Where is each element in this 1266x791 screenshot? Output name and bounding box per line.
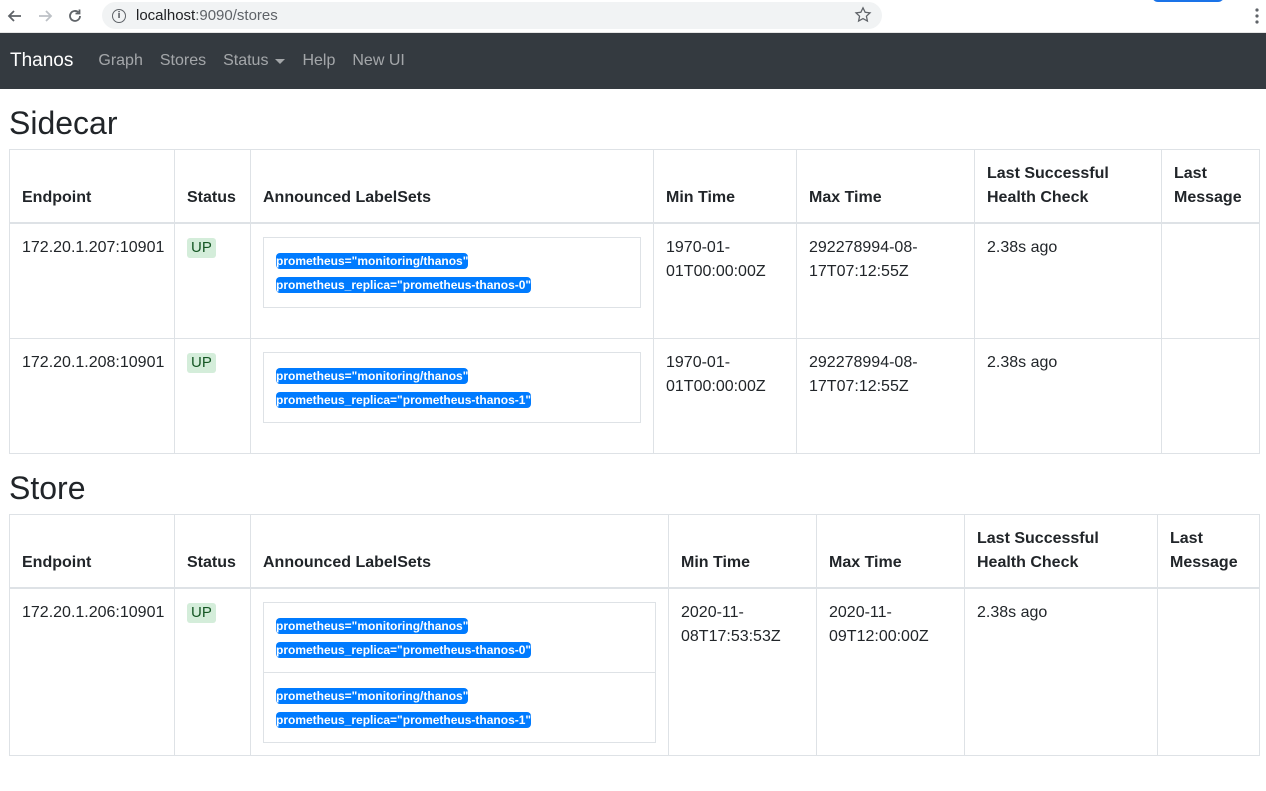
- column-header: Last Successful Health Check: [964, 514, 1158, 589]
- max-time-cell: 292278994-08-17T07:12:55Z: [796, 222, 975, 339]
- label-badge: prometheus_replica="prometheus-thanos-0": [276, 642, 532, 658]
- site-info-icon[interactable]: i: [112, 8, 126, 23]
- forward-button[interactable]: [30, 1, 60, 31]
- min-time-cell: 1970-01-01T00:00:00Z: [653, 338, 797, 454]
- status-badge: UP: [187, 603, 216, 623]
- bookmark-star-icon[interactable]: [854, 6, 872, 24]
- column-header: Last Message: [1161, 149, 1260, 224]
- brand-link[interactable]: Thanos: [10, 50, 73, 72]
- labelset-list: prometheus="monitoring/thanos" prometheu…: [263, 352, 641, 423]
- endpoint-cell: 172.20.1.208:10901: [9, 338, 175, 454]
- last-message-cell: [1161, 222, 1260, 339]
- sidecar-table: Endpoint Status Announced LabelSets Min …: [9, 149, 1260, 454]
- reload-icon: [69, 9, 81, 22]
- column-header: Max Time: [816, 514, 965, 589]
- browser-toolbar: i localhost:9090/stores: [0, 0, 1266, 33]
- label-badge: prometheus_replica="prometheus-thanos-1": [276, 392, 532, 408]
- table-row: 172.20.1.208:10901 UP prometheus="monito…: [9, 338, 1260, 454]
- endpoint-cell: 172.20.1.206:10901: [9, 587, 175, 756]
- column-header: Announced LabelSets: [250, 514, 669, 589]
- labelsets-cell: prometheus="monitoring/thanos" prometheu…: [250, 222, 654, 339]
- address-bar[interactable]: i localhost:9090/stores: [102, 2, 882, 29]
- column-header: Status: [174, 149, 251, 224]
- status-badge: UP: [187, 353, 216, 373]
- table-header-row: Endpoint Status Announced LabelSets Min …: [9, 514, 1260, 589]
- labelset: prometheus="monitoring/thanos" prometheu…: [264, 603, 655, 673]
- max-time-cell: 2020-11-09T12:00:00Z: [816, 587, 965, 756]
- column-header: Endpoint: [9, 514, 175, 589]
- max-time-cell: 292278994-08-17T07:12:55Z: [796, 338, 975, 454]
- reload-button[interactable]: [60, 1, 90, 31]
- labelset: prometheus="monitoring/thanos" prometheu…: [264, 353, 640, 422]
- back-arrow-icon: [7, 10, 21, 22]
- column-header: Endpoint: [9, 149, 175, 224]
- section-title-store: Store: [9, 470, 86, 506]
- label-badge: prometheus_replica="prometheus-thanos-0": [276, 277, 532, 293]
- column-header: Announced LabelSets: [250, 149, 654, 224]
- last-message-cell: [1157, 587, 1260, 756]
- page-content: Sidecar Endpoint Status Announced LabelS…: [0, 105, 1266, 756]
- status-cell: UP: [174, 222, 251, 339]
- labelset: prometheus="monitoring/thanos" prometheu…: [264, 238, 640, 307]
- nav-status-label: Status: [223, 52, 269, 69]
- table-row: 172.20.1.206:10901 UP prometheus="monito…: [9, 587, 1260, 756]
- table-header-row: Endpoint Status Announced LabelSets Min …: [9, 149, 1260, 224]
- health-check-cell: 2.38s ago: [974, 222, 1162, 339]
- labelsets-cell: prometheus="monitoring/thanos" prometheu…: [250, 338, 654, 454]
- column-header: Status: [174, 514, 251, 589]
- min-time-cell: 1970-01-01T00:00:00Z: [653, 222, 797, 339]
- url-path: :9090/stores: [195, 7, 278, 24]
- nav-status-dropdown[interactable]: Status: [223, 52, 286, 70]
- status-badge: UP: [187, 238, 216, 258]
- label-badge: prometheus="monitoring/thanos": [276, 618, 469, 634]
- column-header: Last Message: [1157, 514, 1260, 589]
- column-header: Last Successful Health Check: [974, 149, 1162, 224]
- forward-arrow-icon: [39, 10, 53, 22]
- nav-graph[interactable]: Graph: [98, 52, 142, 70]
- status-cell: UP: [174, 338, 251, 454]
- section-title-sidecar: Sidecar: [9, 105, 118, 141]
- health-check-cell: 2.38s ago: [964, 587, 1158, 756]
- labelset-list: prometheus="monitoring/thanos" prometheu…: [263, 237, 641, 308]
- table-row: 172.20.1.207:10901 UP prometheus="monito…: [9, 222, 1260, 339]
- last-message-cell: [1161, 338, 1260, 454]
- label-badge: prometheus_replica="prometheus-thanos-1": [276, 712, 532, 728]
- nav-new-ui[interactable]: New UI: [352, 52, 404, 70]
- min-time-cell: 2020-11-08T17:53:53Z: [668, 587, 817, 756]
- column-header: Min Time: [653, 149, 797, 224]
- labelset-list: prometheus="monitoring/thanos" prometheu…: [263, 602, 656, 743]
- store-table: Endpoint Status Announced LabelSets Min …: [9, 514, 1260, 756]
- back-button[interactable]: [0, 1, 30, 31]
- nav-help[interactable]: Help: [302, 52, 335, 70]
- column-header: Max Time: [796, 149, 975, 224]
- column-header: Min Time: [668, 514, 817, 589]
- endpoint-cell: 172.20.1.207:10901: [9, 222, 175, 339]
- status-cell: UP: [174, 587, 251, 756]
- more-menu-icon[interactable]: [1254, 7, 1260, 25]
- label-badge: prometheus="monitoring/thanos": [276, 253, 469, 269]
- url-host: localhost: [136, 7, 196, 24]
- health-check-cell: 2.38s ago: [974, 338, 1162, 454]
- labelset: prometheus="monitoring/thanos" prometheu…: [264, 673, 655, 742]
- app-navbar: Thanos Graph Stores Status Help New UI: [0, 33, 1266, 89]
- label-badge: prometheus="monitoring/thanos": [276, 368, 469, 384]
- nav-stores[interactable]: Stores: [160, 52, 206, 70]
- label-badge: prometheus="monitoring/thanos": [276, 688, 469, 704]
- labelsets-cell: prometheus="monitoring/thanos" prometheu…: [250, 587, 669, 756]
- profile-button[interactable]: [1152, 0, 1224, 2]
- caret-down-icon: [275, 58, 286, 64]
